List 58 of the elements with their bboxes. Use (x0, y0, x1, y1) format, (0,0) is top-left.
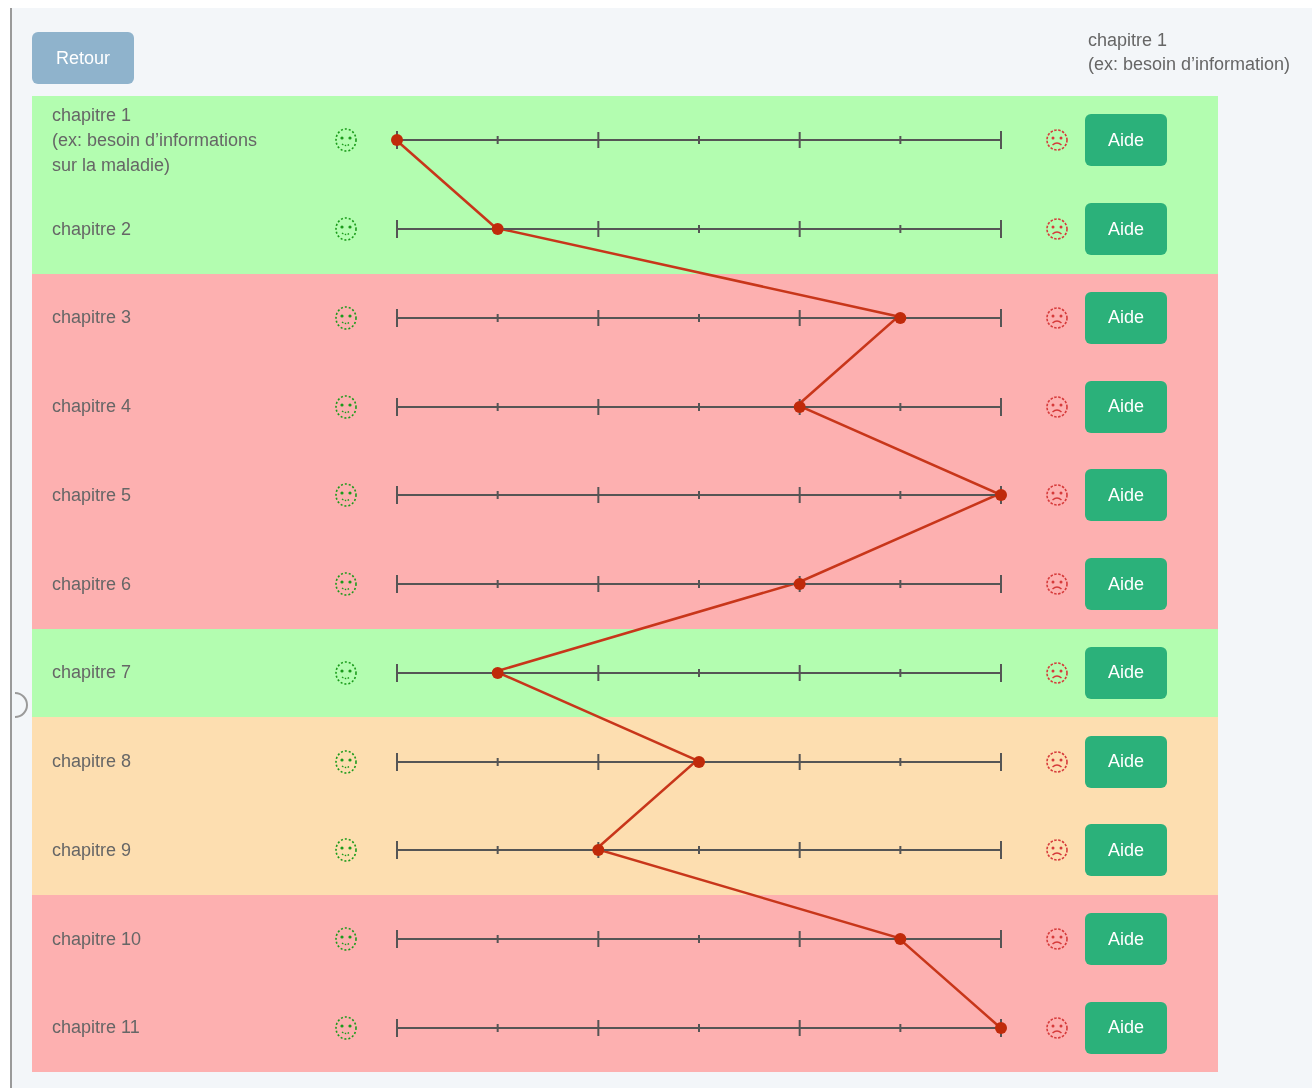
score-point[interactable] (391, 134, 403, 147)
help-button[interactable]: Aide (1085, 646, 1167, 699)
help-button[interactable]: Aide (1085, 469, 1167, 522)
sad-face-icon (1045, 660, 1069, 685)
happy-face-icon (334, 659, 358, 686)
chapter-label: chapitre 7 (51, 661, 133, 685)
legend-title: chapitre 1 (1087, 29, 1168, 52)
score-point[interactable] (491, 666, 504, 679)
score-point[interactable] (793, 578, 806, 591)
chapter-label: chapitre 11 (51, 1016, 141, 1040)
score-point[interactable] (995, 489, 1007, 502)
sad-face-icon (1045, 572, 1069, 597)
back-button[interactable]: Retour (32, 32, 134, 84)
happy-face-icon (334, 216, 358, 243)
sad-face-icon (1045, 305, 1069, 330)
score-point[interactable] (693, 755, 705, 768)
chapter-label: chapitre 2 (51, 217, 133, 241)
happy-face-icon (334, 127, 358, 154)
sad-face-icon (1045, 483, 1069, 508)
score-point[interactable] (894, 933, 907, 946)
sad-face-icon (1045, 749, 1069, 774)
chapter-label: chapitre 10 (51, 927, 143, 951)
happy-face-icon (334, 748, 358, 775)
score-point[interactable] (995, 1021, 1007, 1034)
score-point[interactable] (491, 223, 504, 236)
help-button[interactable]: Aide (1085, 203, 1167, 256)
chapter-label: chapitre 8 (51, 750, 133, 774)
chapter-label: chapitre 3 (51, 306, 133, 330)
score-point[interactable] (793, 400, 806, 413)
sad-face-icon (1045, 217, 1069, 242)
help-button[interactable]: Aide (1085, 380, 1167, 433)
help-button[interactable]: Aide (1085, 913, 1167, 966)
help-button[interactable]: Aide (1085, 735, 1167, 788)
sad-face-icon (1045, 128, 1069, 153)
sad-face-icon (1045, 838, 1069, 863)
sad-face-icon (1045, 1015, 1069, 1040)
chapter-label: chapitre 9 (51, 838, 133, 862)
happy-face-icon (334, 1014, 358, 1041)
happy-face-icon (334, 482, 358, 509)
help-button[interactable]: Aide (1085, 558, 1167, 611)
help-button[interactable]: Aide (1085, 114, 1167, 167)
sad-face-icon (1045, 394, 1069, 419)
sad-face-icon (1045, 927, 1069, 952)
chapter-label: chapitre 1 (ex: besoin d’informations sur la maladie) (51, 103, 259, 177)
happy-face-icon (334, 837, 358, 864)
help-button[interactable]: Aide (1085, 824, 1167, 877)
chapter-label: chapitre 4 (51, 395, 133, 419)
chapter-label: chapitre 6 (51, 572, 133, 596)
happy-face-icon (334, 571, 358, 598)
legend-example: (ex: besoin d’information) (1087, 53, 1290, 76)
help-button[interactable]: Aide (1085, 291, 1167, 344)
happy-face-icon (334, 393, 358, 420)
score-point[interactable] (592, 844, 605, 857)
happy-face-icon (334, 304, 358, 331)
chapter-label: chapitre 5 (51, 483, 133, 507)
score-point[interactable] (894, 311, 907, 324)
happy-face-icon (334, 926, 358, 953)
help-button[interactable]: Aide (1085, 1001, 1167, 1054)
